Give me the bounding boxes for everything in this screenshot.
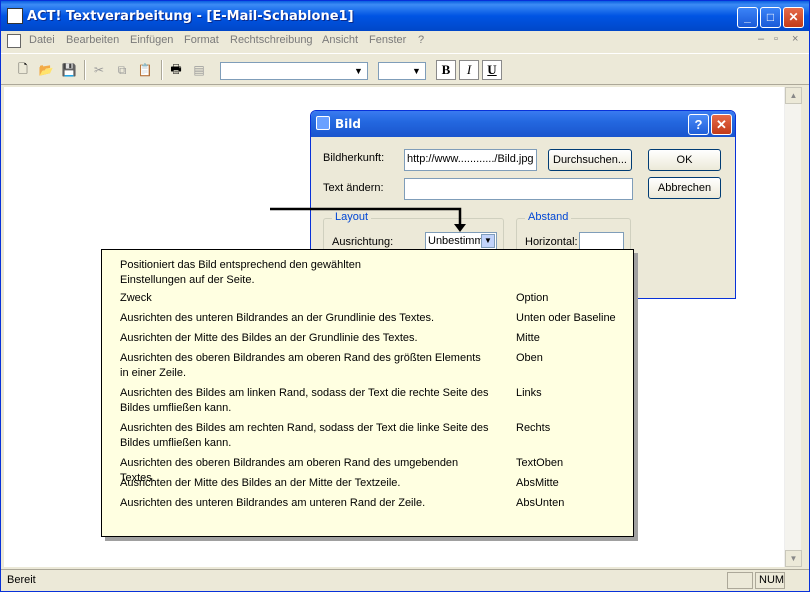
row-purpose: Ausrichten der Mitte des Bildes an der G… [120, 332, 418, 344]
vertical-scrollbar[interactable]: ▲ ▼ [784, 87, 802, 567]
dialog-close-button[interactable]: ✕ [711, 114, 732, 135]
mdi-minimize-icon[interactable]: – [758, 33, 764, 45]
row-option: Links [516, 387, 542, 399]
copy-icon[interactable]: ⧉ [112, 60, 132, 80]
row-option: Oben [516, 352, 543, 364]
row-option: Mitte [516, 332, 540, 344]
app-icon[interactable] [7, 8, 23, 24]
status-pane [727, 572, 753, 589]
toolbar-separator [84, 60, 86, 80]
horizontal-label: Horizontal: [525, 236, 578, 248]
dialog-icon [316, 116, 330, 130]
purpose-header: Zweck [120, 292, 152, 304]
open-folder-icon[interactable]: 📂 [36, 60, 56, 80]
row-option: TextOben [516, 457, 564, 469]
option-header: Option [516, 292, 549, 304]
row-purpose: Ausrichten des oberen Bildrandes am ober… [120, 352, 481, 379]
menu-help[interactable]: ? [418, 34, 424, 46]
alignment-help-tooltip: Positioniert das Bild entsprechend den g… [101, 249, 634, 537]
dialog-title: Bild [335, 117, 361, 131]
minimize-button[interactable]: _ [737, 7, 758, 28]
alt-text-input[interactable] [404, 178, 633, 200]
chevron-down-icon[interactable]: ▼ [351, 64, 366, 78]
row-purpose: Ausrichten des unteren Bildrandes an der… [120, 312, 435, 324]
horizontal-input[interactable] [579, 232, 624, 250]
num-lock-indicator: NUM [755, 572, 785, 589]
menu-einfuegen[interactable]: Einfügen [130, 34, 173, 46]
align-select-value: Unbestimmt [428, 235, 487, 247]
underline-button[interactable]: U [482, 60, 502, 80]
row-option: Rechts [516, 422, 551, 434]
align-select[interactable]: Unbestimmt ▼ [425, 232, 497, 250]
help-button[interactable]: ? [688, 114, 709, 135]
row-option: Unten oder Baseline [516, 312, 616, 324]
close-button[interactable]: ✕ [783, 7, 804, 28]
source-label: Bildherkunft: [323, 152, 385, 164]
menu-ansicht[interactable]: Ansicht [322, 34, 358, 46]
tooltip-intro: Positioniert das Bild entsprechend den g… [120, 259, 361, 286]
cancel-button[interactable]: Abbrechen [648, 177, 721, 199]
row-purpose: Ausrichten des unteren Bildrandes am unt… [120, 497, 426, 509]
paste-icon[interactable]: 📋 [135, 60, 155, 80]
bold-button[interactable]: B [436, 60, 456, 80]
font-size-select[interactable]: ▼ [378, 62, 426, 80]
cut-icon[interactable]: ✂ [89, 60, 109, 80]
source-input[interactable]: http://www............/Bild.jpg [404, 149, 537, 171]
row-purpose: Ausrichten des Bildes am rechten Rand, s… [120, 422, 489, 449]
callout-arrow [270, 207, 466, 232]
row-purpose: Ausrichten der Mitte des Bildes an der M… [120, 477, 401, 489]
menu-bar: Datei Bearbeiten Einfügen Format Rechtsc… [1, 31, 809, 51]
ok-button[interactable]: OK [648, 149, 721, 171]
toolbar-separator [161, 60, 163, 80]
scroll-down-icon[interactable]: ▼ [785, 550, 802, 567]
chevron-down-icon[interactable]: ▼ [481, 234, 495, 248]
font-name-select[interactable]: ▼ [220, 62, 368, 80]
row-option: AbsUnten [516, 497, 565, 509]
menu-bearbeiten[interactable]: Bearbeiten [66, 34, 119, 46]
document-icon[interactable] [7, 34, 21, 48]
dialog-title-bar[interactable]: Bild ? ✕ [311, 111, 735, 137]
scroll-up-icon[interactable]: ▲ [785, 87, 802, 104]
mdi-restore-icon[interactable]: ▫ [774, 33, 778, 45]
spacing-group-title: Abstand [525, 211, 572, 223]
row-purpose: Ausrichten des Bildes am linken Rand, so… [120, 387, 489, 414]
title-bar[interactable]: ACT! Textverarbeitung - [E-Mail-Schablon… [1, 1, 809, 31]
row-option: AbsMitte [516, 477, 559, 489]
chevron-down-icon[interactable]: ▼ [409, 64, 424, 78]
status-bar: Bereit NUM [1, 569, 809, 591]
print-icon[interactable]: 🖶 [166, 60, 186, 80]
browse-button[interactable]: Durchsuchen... [548, 149, 632, 171]
menu-format[interactable]: Format [184, 34, 219, 46]
alt-text-label: Text ändern: [323, 182, 384, 194]
status-text: Bereit [7, 574, 36, 586]
align-label: Ausrichtung: [332, 236, 394, 248]
print-preview-icon[interactable]: ▤ [189, 60, 209, 80]
menu-fenster[interactable]: Fenster [369, 34, 406, 46]
mdi-close-icon[interactable]: × [792, 33, 798, 45]
new-document-icon[interactable]: 🗋 [13, 60, 33, 80]
callout-arrow-line [270, 207, 462, 226]
save-icon[interactable]: 💾 [59, 60, 79, 80]
italic-button[interactable]: I [459, 60, 479, 80]
window-title: ACT! Textverarbeitung - [E-Mail-Schablon… [27, 9, 354, 24]
menu-datei[interactable]: Datei [29, 34, 55, 46]
menu-rechtschreibung[interactable]: Rechtschreibung [230, 34, 313, 46]
toolbar: 🗋 📂 💾 ✂ ⧉ 📋 🖶 ▤ ▼ ▼ B I U [1, 53, 809, 85]
maximize-button[interactable]: □ [760, 7, 781, 28]
callout-arrow-head [454, 224, 466, 232]
